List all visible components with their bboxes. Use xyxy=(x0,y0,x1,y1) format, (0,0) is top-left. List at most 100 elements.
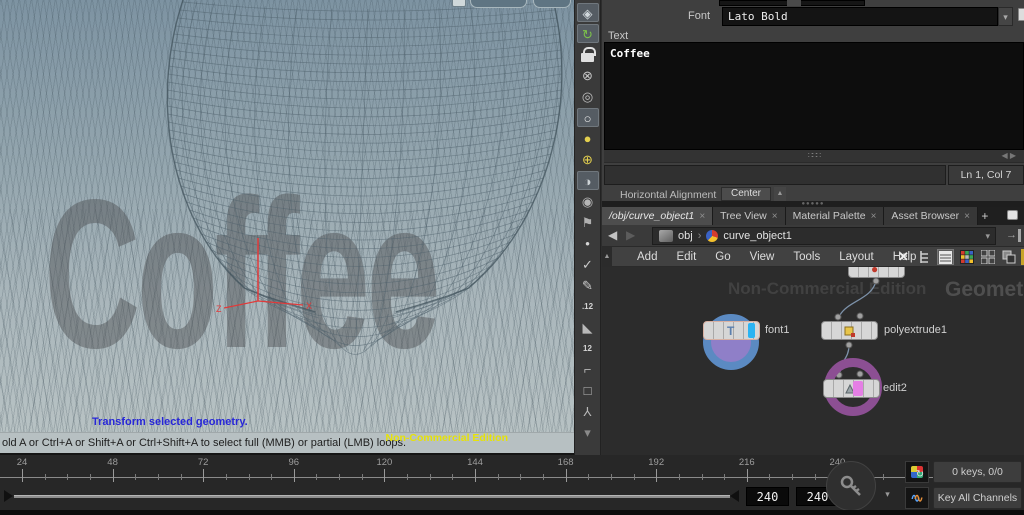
timeline-ruler[interactable]: 24487296120144168192216240 xyxy=(0,455,960,483)
path-field[interactable]: obj › curve_object1 ▾ xyxy=(652,227,996,245)
current-frame-field[interactable]: 240 xyxy=(746,487,789,506)
menu-view[interactable]: View xyxy=(745,251,780,263)
menu-go[interactable]: Go xyxy=(710,251,735,263)
expand-panel-icon[interactable]: ▲ xyxy=(602,247,612,267)
path-dropdown-icon[interactable]: ▾ xyxy=(985,231,990,242)
select-view-icon[interactable]: ◈ xyxy=(577,3,599,22)
grid-view-icon[interactable] xyxy=(979,249,996,265)
menu-tools[interactable]: Tools xyxy=(788,251,825,263)
point-marker-icon[interactable]: ✎ xyxy=(577,276,599,295)
point-select-icon[interactable]: ✓ xyxy=(577,255,599,274)
minor-tick xyxy=(430,474,431,480)
alignment-spin-button[interactable]: ▲ xyxy=(774,187,786,201)
viewport-corner-button[interactable] xyxy=(452,0,466,7)
scene-viewport[interactable]: Coffee Z X Transform selected geometry. … xyxy=(0,0,574,455)
lock-icon[interactable] xyxy=(577,45,599,64)
range-start-handle[interactable] xyxy=(4,490,13,502)
major-tick xyxy=(384,469,385,482)
menu-layout[interactable]: Layout xyxy=(834,251,879,263)
frame-range-slider[interactable] xyxy=(14,495,730,498)
frame-tick-label: 216 xyxy=(739,457,755,468)
minor-tick xyxy=(181,474,182,480)
node-font1[interactable]: T xyxy=(703,321,760,340)
textarea-nav-arrows-icon[interactable]: ◀ ▶ xyxy=(1001,151,1016,160)
pin-pane-icon[interactable]: → xyxy=(1006,229,1021,242)
minor-tick xyxy=(339,474,340,480)
text-input-area[interactable]: Coffee xyxy=(604,42,1024,150)
network-editor[interactable]: Non-Commercial Edition Geometry ● T xyxy=(602,267,1024,455)
minor-tick xyxy=(520,474,521,480)
menu-add[interactable]: Add xyxy=(632,251,662,263)
tab-obj-curve-object1[interactable]: /obj/curve_object1 × xyxy=(602,207,713,225)
more-icon[interactable]: ▾ xyxy=(577,423,599,442)
minor-tick xyxy=(769,474,770,480)
clipped-parm-dropdown[interactable] xyxy=(787,0,801,6)
font-dropdown-button[interactable]: ▾ xyxy=(998,7,1013,26)
prim-icon[interactable]: ◣ xyxy=(577,318,599,337)
key-options-dropdown-icon[interactable]: ▾ xyxy=(880,486,895,502)
close-tab-icon[interactable]: × xyxy=(871,211,877,222)
headlight-icon[interactable]: ○ xyxy=(577,108,599,127)
forward-arrow-icon[interactable]: ▶ xyxy=(626,228,635,242)
textarea-footer: ∷∷∷ ◀ ▶ xyxy=(604,150,1024,163)
polyextrude-node-icon xyxy=(843,325,857,338)
keys-status-button[interactable]: 0 keys, 0/0 channels xyxy=(933,461,1022,483)
bottom-strip xyxy=(0,510,1024,515)
path-node-name[interactable]: curve_object1 xyxy=(723,230,792,242)
list-view-icon[interactable] xyxy=(937,249,954,265)
tab-tree-view[interactable]: Tree View × xyxy=(713,207,786,225)
light-grid-icon[interactable]: ● xyxy=(577,129,599,148)
resize-grip-icon[interactable]: ∷∷∷ xyxy=(808,150,820,162)
alignment-dropdown[interactable]: Center xyxy=(721,187,771,201)
headlight-off-icon[interactable]: ⊗ xyxy=(577,66,599,85)
font-chooser-icon[interactable] xyxy=(1018,8,1024,21)
prim-numbers-icon[interactable]: 12 xyxy=(577,339,599,358)
frame-tick-label: 96 xyxy=(289,457,300,468)
tab-asset-browser[interactable]: Asset Browser × xyxy=(884,207,978,225)
add-tab-button[interactable]: + xyxy=(978,207,992,225)
tab-material-palette[interactable]: Material Palette × xyxy=(786,207,885,225)
points-icon[interactable]: • xyxy=(577,234,599,253)
viewport-top-button-1[interactable] xyxy=(470,0,527,8)
tree-hierarchy-icon[interactable] xyxy=(916,249,933,265)
windows-layout-icon[interactable] xyxy=(1000,249,1017,265)
text-status-field[interactable] xyxy=(604,165,946,185)
motion-fx-icon: ∿∿ xyxy=(910,491,923,505)
node-polyextrude1[interactable] xyxy=(821,321,878,340)
font1-display-flag[interactable] xyxy=(748,323,755,338)
light-move-icon[interactable]: ⊕ xyxy=(577,150,599,169)
transform-handle[interactable]: Z X xyxy=(0,0,574,455)
viewport-top-button-2[interactable] xyxy=(533,0,571,8)
pane-maximize-icon[interactable] xyxy=(1007,210,1018,220)
normals-icon[interactable]: Y xyxy=(577,402,599,421)
playbar: 24487296120144168192216240 240 240 ▾ ↻ ∿… xyxy=(0,455,1024,515)
range-end-handle[interactable] xyxy=(730,490,739,502)
refresh-view-icon[interactable]: ↻ xyxy=(577,24,599,43)
horizontal-alignment-label: Horizontal Alignment xyxy=(620,189,716,201)
profile-icon[interactable]: ⌐ xyxy=(577,360,599,379)
path-context[interactable]: obj xyxy=(678,230,693,242)
flag-show-icon[interactable]: ⚑ xyxy=(577,213,599,232)
node-clipped[interactable]: ● xyxy=(848,267,905,278)
color-palette-icon[interactable] xyxy=(958,249,975,265)
network-path-bar: ◀ ▶ obj › curve_object1 ▾ → xyxy=(602,225,1024,247)
major-tick xyxy=(656,469,657,482)
material-ball-icon[interactable]: ◑ xyxy=(577,171,599,190)
font-input[interactable]: Lato Bold xyxy=(722,7,998,26)
set-key-button[interactable] xyxy=(826,461,876,511)
menu-edit[interactable]: Edit xyxy=(671,251,701,263)
point-numbers-icon[interactable]: .12 xyxy=(577,297,599,316)
ring-icon[interactable]: ◎ xyxy=(577,87,599,106)
viewport-status-message: Transform selected geometry. xyxy=(92,416,248,428)
auto-key-button[interactable]: ↻ xyxy=(905,461,929,483)
close-tab-icon[interactable]: × xyxy=(772,211,778,222)
motion-fx-button[interactable]: ∿∿ xyxy=(905,487,929,509)
group-box-icon[interactable]: □ xyxy=(577,381,599,400)
ruler-baseline xyxy=(0,477,955,478)
customize-wrench-icon[interactable]: ✕ xyxy=(895,249,912,265)
close-tab-icon[interactable]: × xyxy=(964,211,970,222)
back-arrow-icon[interactable]: ◀ xyxy=(608,228,617,242)
visibility-icon[interactable]: ◉ xyxy=(577,192,599,211)
close-tab-icon[interactable]: × xyxy=(699,211,705,222)
key-all-channels-button[interactable]: Key All Channels xyxy=(933,487,1022,509)
